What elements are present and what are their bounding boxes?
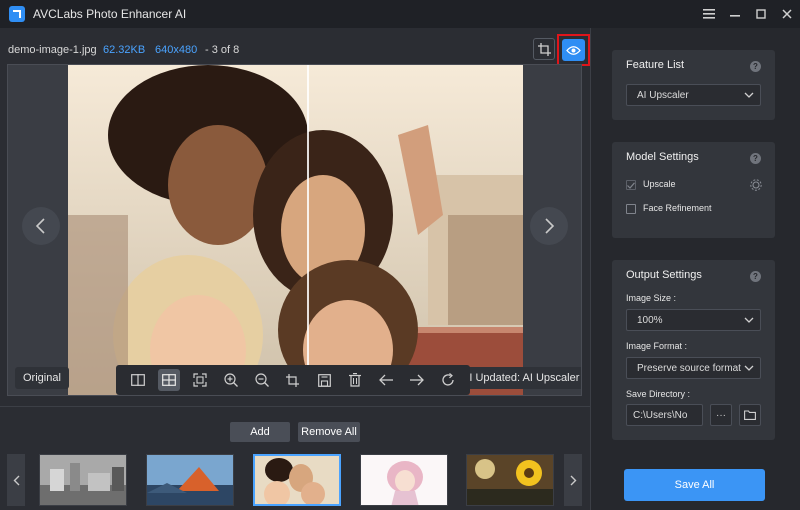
split-view-icon — [130, 374, 145, 386]
face-refinement-label: Face Refinement — [643, 203, 712, 213]
open-folder-button[interactable] — [739, 404, 761, 426]
thumbnail-next-button[interactable] — [564, 454, 582, 506]
file-info-bar: demo-image-1.jpg 62.32KB 640x480 - 3 of … — [0, 28, 590, 66]
refresh-button[interactable] — [437, 369, 459, 391]
preview-highlight — [557, 34, 590, 66]
output-settings-card: Output Settings ? Image Size : 100% Imag… — [612, 260, 775, 440]
fit-screen-button[interactable] — [189, 369, 211, 391]
close-icon[interactable] — [774, 0, 800, 28]
original-label: Original — [15, 367, 69, 389]
more-icon: ··· — [716, 409, 726, 421]
file-position: - 3 of 8 — [205, 44, 240, 56]
refresh-icon — [442, 373, 454, 386]
image-canvas[interactable]: Original AI Updated: AI Upscaler — [7, 64, 582, 396]
feature-list-title: Feature List — [626, 59, 685, 71]
zoom-out-button[interactable] — [251, 369, 273, 391]
image-size-label: Image Size : — [626, 293, 677, 303]
side-by-side-button[interactable] — [157, 369, 180, 391]
chevron-down-icon — [744, 365, 754, 371]
workspace: demo-image-1.jpg 62.32KB 640x480 - 3 of … — [0, 28, 590, 510]
minimize-icon[interactable] — [722, 0, 748, 28]
zoom-out-icon — [255, 373, 269, 387]
thumbnail-selfie[interactable] — [253, 454, 341, 506]
image-format-value: Preserve source format — [637, 362, 741, 374]
arrow-right-icon — [410, 374, 425, 386]
arrow-left-icon — [379, 374, 394, 386]
chevron-right-icon — [545, 218, 555, 234]
app-title: AVCLabs Photo Enhancer AI — [33, 7, 187, 21]
save-all-button[interactable]: Save All — [624, 469, 765, 501]
browse-button[interactable]: ··· — [710, 404, 732, 426]
crop-icon — [286, 373, 300, 387]
chevron-down-icon — [744, 92, 754, 98]
upscale-label: Upscale — [643, 179, 676, 189]
fit-screen-icon — [193, 373, 207, 387]
model-settings-card: Model Settings ? Upscale Face Refinement — [612, 142, 775, 238]
crop-button[interactable] — [533, 38, 555, 60]
help-icon[interactable]: ? — [750, 271, 761, 282]
window-controls — [696, 0, 800, 28]
gear-icon[interactable] — [750, 179, 762, 191]
save-icon — [317, 373, 331, 387]
split-view-button[interactable] — [127, 369, 149, 391]
help-icon[interactable]: ? — [750, 153, 761, 164]
feature-select-value: AI Upscaler — [637, 89, 689, 101]
image-size-value: 100% — [637, 314, 663, 326]
compare-split-line[interactable] — [307, 65, 309, 395]
title-bar: AVCLabs Photo Enhancer AI — [0, 0, 800, 28]
file-dimensions: 640x480 — [155, 44, 198, 56]
save-image-button[interactable] — [313, 369, 335, 391]
thumbnail-anime[interactable] — [360, 454, 448, 506]
previous-image-button[interactable] — [22, 207, 60, 245]
help-icon[interactable]: ? — [750, 61, 761, 72]
feature-list-card: Feature List ? AI Upscaler — [612, 50, 775, 120]
chevron-left-icon — [13, 475, 19, 485]
chevron-right-icon — [570, 475, 576, 485]
thumbnail-sunflower[interactable] — [466, 454, 554, 506]
menu-icon[interactable] — [696, 0, 722, 28]
crop-tool-button[interactable] — [282, 369, 304, 391]
side-by-side-icon — [161, 374, 176, 386]
remove-all-button[interactable]: Remove All — [298, 422, 360, 442]
settings-panel: Feature List ? AI Upscaler Model Setting… — [590, 28, 800, 510]
maximize-icon[interactable] — [748, 0, 774, 28]
preview-button[interactable] — [562, 39, 585, 61]
upscale-checkbox — [626, 180, 636, 190]
chevron-down-icon — [744, 317, 754, 323]
thumbnail-city[interactable] — [39, 454, 127, 506]
checkmark-icon — [627, 181, 635, 189]
crop-icon — [537, 42, 551, 56]
next-image-button[interactable] — [530, 207, 568, 245]
thumbnail-prev-button[interactable] — [7, 454, 25, 506]
ai-updated-label: AI Updated: AI Upscaler — [454, 367, 581, 389]
delete-button[interactable] — [344, 369, 366, 391]
comparison-image — [68, 65, 523, 395]
image-toolbar — [116, 365, 470, 395]
thumbnail-strip — [0, 452, 590, 510]
face-refinement-checkbox[interactable] — [626, 204, 636, 214]
next-button[interactable] — [406, 369, 428, 391]
add-button[interactable]: Add — [230, 422, 290, 442]
output-settings-title: Output Settings — [626, 269, 702, 281]
zoom-in-button[interactable] — [220, 369, 242, 391]
file-size: 62.32KB — [103, 44, 146, 56]
delete-icon — [349, 373, 362, 387]
model-settings-title: Model Settings — [626, 151, 699, 163]
zoom-in-icon — [224, 373, 238, 387]
divider — [0, 406, 590, 407]
folder-icon — [744, 410, 756, 420]
avclabs-logo-icon — [9, 6, 25, 22]
save-directory-input[interactable]: C:\Users\No — [626, 404, 703, 426]
chevron-left-icon — [35, 218, 45, 234]
save-directory-label: Save Directory : — [626, 389, 691, 399]
image-size-select[interactable]: 100% — [626, 309, 761, 331]
file-name: demo-image-1.jpg — [8, 44, 97, 56]
thumbnail-mountain[interactable] — [146, 454, 234, 506]
eye-icon — [566, 45, 581, 55]
feature-select[interactable]: AI Upscaler — [626, 84, 761, 106]
image-format-label: Image Format : — [626, 341, 688, 351]
previous-button[interactable] — [375, 369, 397, 391]
image-format-select[interactable]: Preserve source format — [626, 357, 761, 379]
